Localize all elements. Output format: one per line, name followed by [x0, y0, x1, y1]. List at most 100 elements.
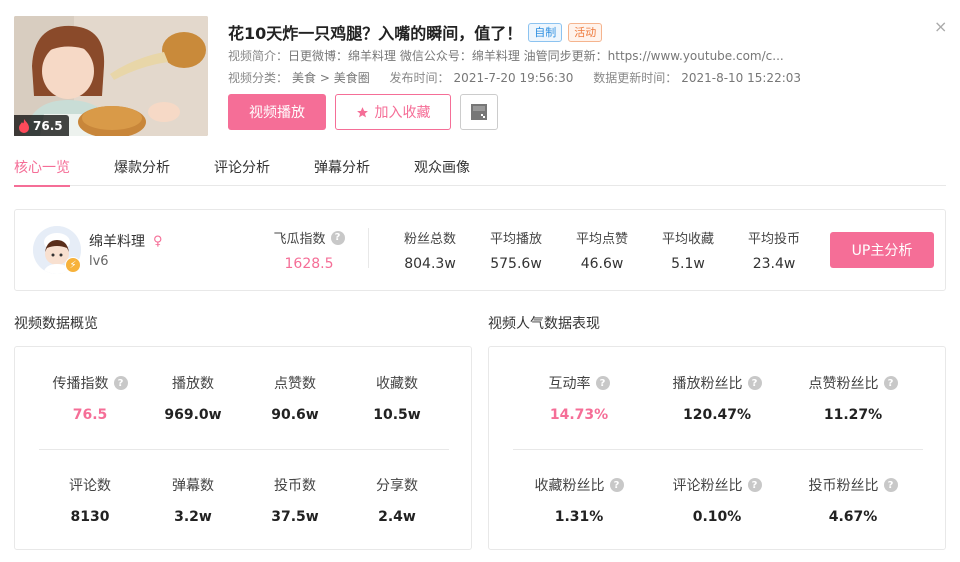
feigua-index: 飞瓜指数? 1628.5	[259, 228, 359, 272]
divider	[368, 228, 369, 268]
score-value: 76.5	[33, 118, 63, 133]
publish-label: 发布时间：	[389, 71, 450, 85]
update-time: 2021-8-10 15:22:03	[681, 71, 802, 85]
cell-label: 评论数	[69, 478, 111, 494]
divider	[513, 449, 923, 450]
cell-value: 3.2w	[174, 509, 212, 525]
cell-label: 投币数	[274, 478, 316, 494]
fire-icon	[19, 118, 29, 133]
add-favorite-label: 加入收藏	[374, 105, 431, 121]
category-value: 美食 > 美食圈	[292, 71, 370, 85]
stat-value: 46.6w	[580, 256, 624, 272]
cell-value: 969.0w	[164, 407, 222, 423]
add-favorite-button[interactable]: 加入收藏	[335, 94, 451, 130]
popularity-title: 视频人气数据表现	[488, 316, 600, 332]
overview-cell: 分享数 2.4w	[347, 475, 447, 525]
star-icon	[356, 106, 368, 117]
lightning-icon: ⚡	[65, 257, 81, 273]
overview-cell: 弹幕数 3.2w	[143, 475, 243, 525]
tag-activity: 活动	[568, 22, 603, 42]
overview-panel: 传播指数? 76.5 播放数 969.0w 点赞数 90.6w 收藏数 10.5…	[14, 346, 472, 550]
help-icon[interactable]: ?	[113, 376, 128, 390]
feigua-label: 飞瓜指数	[273, 232, 326, 247]
help-icon[interactable]: ?	[609, 478, 624, 492]
stat-fans: 粉丝总数 804.3w	[393, 228, 467, 272]
cell-label: 评论粉丝比	[672, 478, 743, 494]
tab-core-overview[interactable]: 核心一览	[14, 157, 70, 187]
title-row: 花10天炸一只鸡腿？入嘴的瞬间，值了！ 自制 活动	[228, 20, 603, 44]
cell-value: 8130	[70, 509, 110, 525]
cell-label: 收藏数	[376, 376, 418, 392]
publish-time: 2021-7-20 19:56:30	[453, 71, 574, 85]
overview-cell: 收藏数 10.5w	[347, 373, 447, 423]
cell-label: 播放数	[172, 376, 214, 392]
stat-avg-fav: 平均收藏 5.1w	[651, 228, 725, 272]
help-icon[interactable]: ?	[747, 376, 762, 390]
cell-value: 2.4w	[378, 509, 416, 525]
popularity-cell: 播放粉丝比? 120.47%	[647, 373, 787, 423]
cell-value: 10.5w	[373, 407, 421, 423]
stat-label: 平均收藏	[661, 232, 714, 247]
qrcode-button[interactable]	[460, 94, 498, 130]
video-intro: 视频简介：日更微博：绵羊料理 微信公众号：绵羊料理 油管同步更新：https:/…	[228, 47, 784, 64]
stat-value: 23.4w	[752, 256, 796, 272]
cell-value: 120.47%	[682, 407, 752, 423]
popularity-cell: 收藏粉丝比? 1.31%	[509, 475, 649, 525]
stat-label: 平均点赞	[575, 232, 628, 247]
tab-hit-analysis[interactable]: 爆款分析	[114, 157, 170, 186]
close-icon[interactable]: ×	[934, 19, 947, 35]
stat-avg-like: 平均点赞 46.6w	[565, 228, 639, 272]
overview-cell: 播放数 969.0w	[143, 373, 243, 423]
tab-danmaku-analysis[interactable]: 弹幕分析	[314, 157, 370, 186]
cell-label: 播放粉丝比	[672, 376, 743, 392]
intro-label: 视频简介：	[228, 49, 289, 63]
cell-label: 弹幕数	[172, 478, 214, 494]
cell-value: 0.10%	[692, 509, 742, 525]
cell-label: 互动率	[548, 376, 591, 392]
up-name-row: 绵羊料理 ♀	[89, 231, 163, 251]
cell-value: 37.5w	[271, 509, 319, 525]
intro-text: 日更微博：绵羊料理 微信公众号：绵羊料理 油管同步更新：https://www.…	[288, 49, 784, 63]
help-icon[interactable]: ?	[883, 376, 898, 390]
video-title: 花10天炸一只鸡腿？入嘴的瞬间，值了！	[228, 24, 523, 43]
tab-comment-analysis[interactable]: 评论分析	[214, 157, 270, 186]
cell-value: 11.27%	[823, 407, 883, 423]
qrcode-icon	[471, 104, 487, 120]
overview-cell: 传播指数? 76.5	[40, 373, 140, 423]
up-analysis-button[interactable]: UP主分析	[830, 232, 934, 268]
stat-value: 804.3w	[404, 256, 456, 272]
cell-label: 投币粉丝比	[808, 478, 879, 494]
score-badge: 76.5	[14, 115, 69, 136]
cell-value: 14.73%	[549, 407, 609, 423]
up-level: lv6	[89, 254, 109, 269]
category-label: 视频分类：	[228, 71, 289, 85]
popularity-cell: 投币粉丝比? 4.67%	[783, 475, 923, 525]
play-video-button[interactable]: 视频播放	[228, 94, 326, 130]
help-icon[interactable]: ?	[883, 478, 898, 492]
overview-cell: 评论数 8130	[40, 475, 140, 525]
divider	[39, 449, 449, 450]
up-name[interactable]: 绵羊料理	[89, 231, 145, 251]
popularity-cell: 评论粉丝比? 0.10%	[647, 475, 787, 525]
cell-label: 点赞数	[274, 376, 316, 392]
female-icon: ♀	[153, 233, 163, 249]
tab-audience-profile[interactable]: 观众画像	[414, 157, 470, 186]
help-icon[interactable]: ?	[595, 376, 610, 390]
stat-value: 575.6w	[490, 256, 542, 272]
help-icon[interactable]: ?	[747, 478, 762, 492]
cell-value: 90.6w	[271, 407, 319, 423]
cell-label: 分享数	[376, 478, 418, 494]
cell-value: 76.5	[72, 407, 108, 423]
cell-label: 点赞粉丝比	[808, 376, 879, 392]
overview-title: 视频数据概览	[14, 316, 98, 332]
help-icon[interactable]: ?	[330, 230, 345, 245]
cell-value: 4.67%	[828, 509, 878, 525]
stat-label: 粉丝总数	[403, 232, 456, 247]
cell-label: 传播指数	[52, 376, 109, 392]
stat-avg-play: 平均播放 575.6w	[479, 228, 553, 272]
tag-self-made: 自制	[528, 22, 563, 42]
feigua-value: 1628.5	[284, 256, 334, 272]
overview-cell: 投币数 37.5w	[245, 475, 345, 525]
tab-bar: 核心一览 爆款分析 评论分析 弹幕分析 观众画像	[14, 157, 946, 187]
stat-label: 平均投币	[747, 232, 800, 247]
